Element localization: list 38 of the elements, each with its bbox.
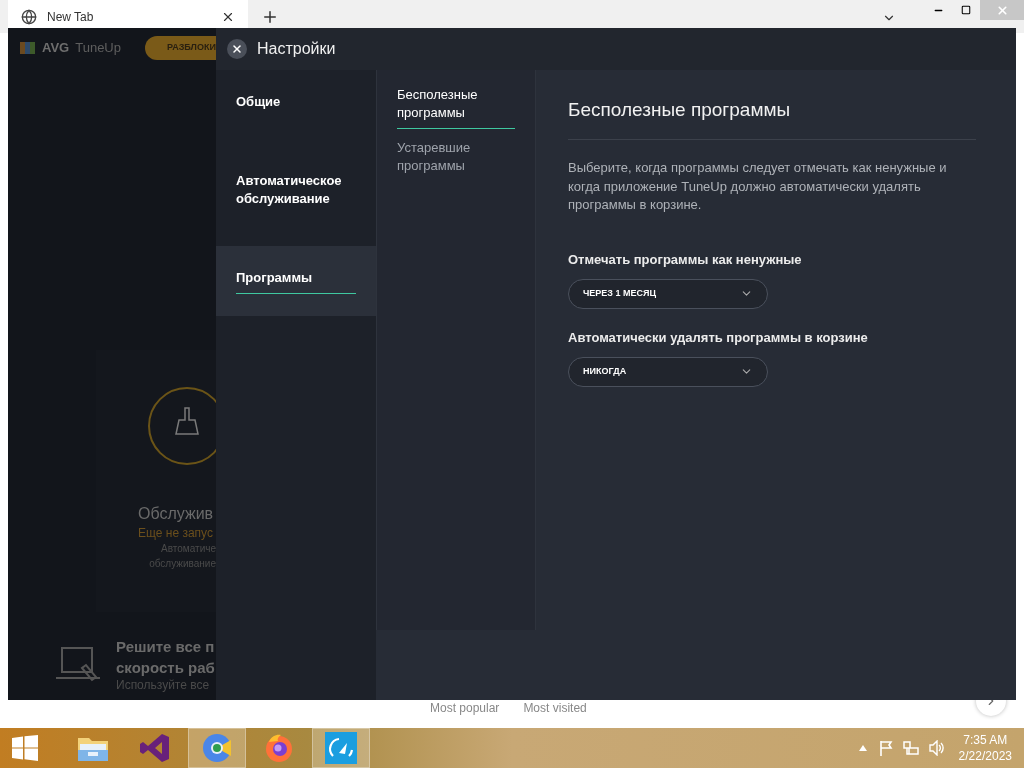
field-label: Отмечать программы как ненужные <box>568 250 803 269</box>
promo-title: скорость раб <box>116 658 215 678</box>
network-icon[interactable] <box>902 740 919 756</box>
page-link[interactable]: Most visited <box>523 701 587 715</box>
dropdown[interactable]: ЧЕРЕЗ 1 МЕСЯЦ <box>568 278 768 309</box>
dropdown[interactable]: НИКОГДА <box>568 356 768 387</box>
start-icon[interactable] <box>12 735 38 761</box>
app-name: TuneUp <box>75 39 121 58</box>
taskbar-app[interactable] <box>312 728 370 768</box>
logo-text: AVG <box>42 39 70 58</box>
gauge-icon <box>325 732 357 764</box>
globe-icon <box>21 8 37 25</box>
close-button[interactable] <box>227 39 247 59</box>
close-icon <box>231 43 243 55</box>
promo-title: Решите все п <box>116 637 215 657</box>
logo-icon <box>20 40 36 56</box>
taskbar-app[interactable] <box>188 728 246 768</box>
card-title: Обслужив <box>138 504 214 524</box>
subnav-item[interactable]: Бесполезные программы <box>397 86 515 129</box>
ribbon-icon <box>139 732 171 764</box>
close-icon <box>995 3 1009 17</box>
subnav-item[interactable]: Устаревшие программы <box>397 139 515 181</box>
volume-icon[interactable] <box>928 740 945 756</box>
restore-icon <box>961 5 971 15</box>
nav-item[interactable]: Общие <box>216 70 376 140</box>
promo-subtitle: Используйте все <box>116 678 211 693</box>
flag-icon[interactable] <box>878 740 893 756</box>
new-tab-icon[interactable] <box>261 8 279 26</box>
section-description: Выберите, когда программы следует отмечать как ненужные и когда приложение TuneUp должно автоматически удалять программы в корзине. <box>568 159 948 214</box>
card-status: Еще не запус <box>138 525 213 541</box>
tab-title: New Tab <box>47 8 95 26</box>
page-link[interactable]: Most popular <box>430 701 500 715</box>
tray-arrow-icon[interactable] <box>858 745 867 751</box>
ring-icon <box>201 732 233 764</box>
nav-item[interactable]: Автоматическое обслуживание <box>216 140 376 246</box>
nav-item[interactable]: Программы <box>216 246 376 316</box>
section-heading: Бесполезные программы <box>568 98 792 122</box>
field-label: Автоматически удалять программы в корзине <box>568 328 869 347</box>
